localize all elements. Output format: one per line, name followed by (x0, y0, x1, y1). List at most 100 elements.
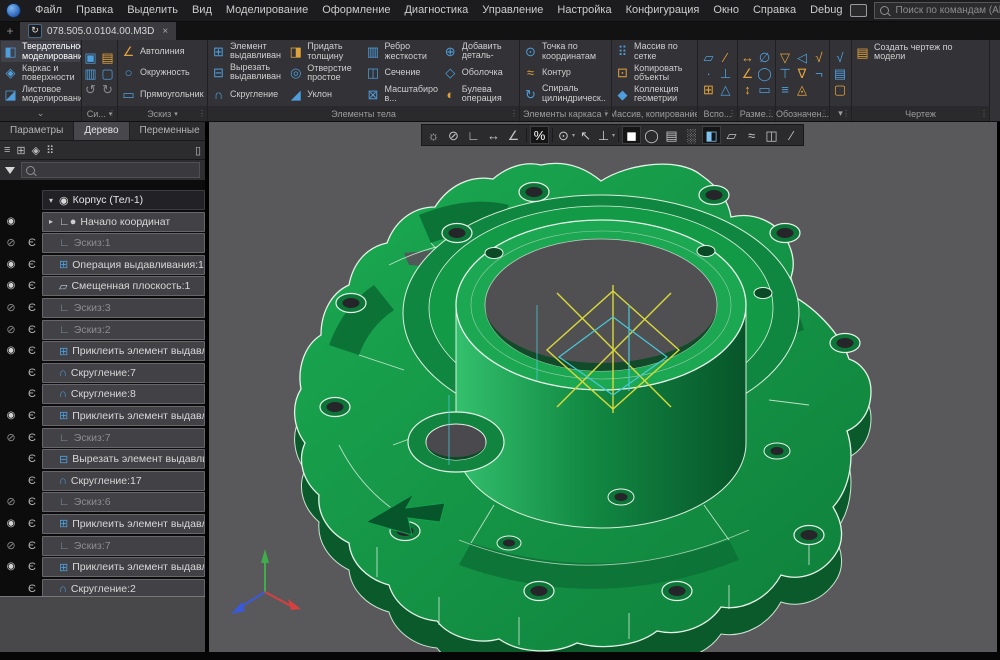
orientation-triad[interactable] (231, 549, 301, 614)
vp-tool-settings-gear[interactable]: ☼ (424, 126, 443, 144)
ribbon-button-autoline[interactable]: ∠Автолиния (119, 41, 206, 62)
menu-item-11[interactable]: Справка (746, 0, 803, 21)
ribbon-button-rib[interactable]: ▥Ребро жесткости (364, 41, 441, 62)
ribbon-button-collections[interactable]: ▤ (833, 66, 848, 81)
ribbon-button-aux-control[interactable]: △ (718, 82, 733, 97)
ribbon-button-save[interactable]: ▣ (83, 50, 98, 65)
ribbon-button-array-grid[interactable]: ⠿Массив по сетке (613, 41, 696, 62)
group-handle-icon[interactable]: ⋮ (510, 110, 518, 118)
menu-item-3[interactable]: Вид (185, 0, 219, 21)
vp-tool-orientation[interactable]: ↖ (576, 126, 595, 144)
eye-visible-icon[interactable]: ◉ (0, 212, 22, 232)
ribbon-button-section[interactable]: ◫Сечение (364, 62, 441, 83)
tree-item[interactable]: ⊟Вырезать элемент выдавливания: (42, 449, 205, 469)
menu-item-2[interactable]: Выделить (120, 0, 185, 21)
search-input[interactable] (894, 4, 1000, 17)
ribbon-button-note-datum[interactable]: ▽ (778, 50, 793, 65)
vp-tool-axes-view[interactable]: ⊥▾ (596, 126, 615, 144)
ribbon-button-circle[interactable]: ○Окружность (119, 62, 206, 83)
ribbon-button-check-model[interactable]: √ (833, 50, 848, 65)
menu-item-10[interactable]: Окно (706, 0, 746, 21)
expander-icon[interactable]: ▾ (47, 196, 55, 205)
eye-hidden-icon[interactable]: ⊘ (0, 428, 22, 448)
tree-item[interactable]: ▸∟●Начало координат (42, 212, 205, 232)
tab-close-icon[interactable]: × (159, 26, 168, 37)
tree-item[interactable]: ∩Скругление:17 (42, 471, 205, 491)
ribbon-button-fillet[interactable]: ∩Скругление (209, 84, 286, 105)
ribbon-button-note-tolerance[interactable]: ⊤ (778, 66, 793, 81)
document-tab[interactable]: ↻ 078.505.0.0104.00.M3D × (20, 22, 176, 40)
eye-hidden-icon[interactable]: ⊘ (0, 298, 22, 318)
eye-hidden-icon[interactable]: ⊘ (0, 320, 22, 340)
ribbon-button-shell[interactable]: ◇Оболочка (441, 62, 518, 83)
ribbon-button-contour[interactable]: ≈Контур (521, 62, 610, 83)
tree-item[interactable]: ∟Эскиз:2 (42, 320, 205, 340)
tree-item[interactable]: ∟Эскиз:7 (42, 428, 205, 448)
tree-grouping-icon[interactable]: ⠿ (46, 144, 54, 157)
ribbon-button-dim-angular[interactable]: ∠ (740, 66, 755, 81)
tree-structure-icon[interactable]: ≡ (4, 144, 10, 156)
tree-item[interactable]: ∟Эскиз:7 (42, 536, 205, 556)
tree-item[interactable]: ∩Скругление:8 (42, 384, 205, 404)
ribbon-button-surface-modeling[interactable]: ◈Каркас и поверхности (1, 62, 80, 83)
chevron-down-icon[interactable]: ▾ (174, 110, 178, 118)
vp-tool-display-mode[interactable]: ◧ (702, 126, 721, 144)
vp-tool-zoom[interactable]: ⊙▾ (556, 126, 575, 144)
group-handle-icon[interactable]: ⋮ (820, 110, 828, 118)
vp-tool-sketch-plane[interactable]: ∟ (464, 126, 483, 144)
ribbon-button-create-drawing[interactable]: ▤Создать чертеж по модели (853, 41, 988, 63)
tree-item[interactable]: ⊞Приклеить элемент выдавливания: (42, 406, 205, 426)
viewport-3d[interactable]: ☼⊘∟↔∠%⊙▾↖⊥▾◼◯▤░◧▱≈◫∕ (209, 122, 997, 652)
tab-variables[interactable]: Переменные (130, 122, 211, 140)
ribbon-button-point-coords[interactable]: ⊙Точка по координатам (521, 41, 610, 62)
group-handle-icon[interactable]: ⋮ (108, 110, 116, 118)
tree-item[interactable]: ⊞Операция выдавливания:1 (42, 255, 205, 275)
menu-item-6[interactable]: Диагностика (397, 0, 475, 21)
eye-visible-icon[interactable]: ◉ (0, 406, 22, 426)
tree-item[interactable]: ∟Эскиз:6 (42, 492, 205, 512)
ribbon-button-dim-auto[interactable]: ↔ (740, 50, 755, 65)
ribbon-button-cut-extrude[interactable]: ⊟Вырезать выдавливанием (209, 62, 286, 83)
ribbon-button-boolean[interactable]: ◐Булева операция (441, 84, 518, 105)
tree-composition-icon[interactable]: ⊞ (16, 144, 25, 157)
vp-tool-eyedropper[interactable]: ∕ (782, 126, 801, 144)
eye-hidden-icon[interactable]: ⊘ (0, 233, 22, 253)
vp-tool-curvature-display[interactable]: ≈ (742, 126, 761, 144)
group-handle-icon[interactable]: ⋮ (728, 110, 736, 118)
expander-icon[interactable]: ▸ (47, 217, 55, 226)
group-handle-icon[interactable]: ⋮ (842, 110, 850, 118)
ribbon-button-report[interactable]: ▢ (833, 82, 848, 97)
ribbon-button-spiral[interactable]: ↻Спираль цилиндрическ... (521, 84, 610, 105)
group-handle-icon[interactable]: ⋮ (198, 110, 206, 118)
ribbon-button-dim-diameter[interactable]: ∅ (757, 50, 772, 65)
vp-tool-selection-filter[interactable]: ░ (682, 126, 701, 144)
menu-item-0[interactable]: Файл (28, 0, 69, 21)
eye-hidden-icon[interactable]: ⊘ (0, 536, 22, 556)
tree-search[interactable] (21, 162, 200, 178)
tree-search-input[interactable] (40, 164, 195, 177)
tree-item[interactable]: ▾◉Корпус (Тел-1) (42, 190, 205, 210)
ribbon-button-aux-point[interactable]: ∙ (701, 66, 716, 81)
ribbon-button-undo[interactable]: ↺ (83, 82, 98, 97)
ribbon-button-dim-linear[interactable]: ▭ (757, 82, 772, 97)
tree-item[interactable]: ∩Скругление:7 (42, 363, 205, 383)
ribbon-button-aux-plane[interactable]: ▱ (701, 50, 716, 65)
group-handle-icon[interactable]: ⋮ (688, 110, 696, 118)
ribbon-button-new-doc[interactable]: ▢ (100, 66, 115, 81)
vp-tool-wireframe-view[interactable]: ◯ (642, 126, 661, 144)
menu-item-4[interactable]: Моделирование (219, 0, 315, 21)
housing-part[interactable] (295, 163, 871, 652)
ribbon-button-solid-modeling[interactable]: ◧Твердотельное моделирование (1, 41, 80, 62)
tree-item[interactable]: ∩Скругление:2 (42, 579, 205, 597)
delete-icon[interactable]: ▯ (195, 144, 201, 157)
tab-tree[interactable]: Дерево (74, 122, 129, 140)
ribbon-button-aux-cs[interactable]: ⊥ (718, 66, 733, 81)
ribbon-button-redo[interactable]: ↻ (100, 82, 115, 97)
ribbon-button-draft[interactable]: ◢Уклон (286, 84, 363, 105)
group-handle-icon[interactable]: ⋮ (766, 110, 774, 118)
tree-item[interactable]: ⊞Приклеить элемент выдавливания: (42, 341, 205, 361)
tree-item[interactable]: ▱Смещенная плоскость:1 (42, 276, 205, 296)
ribbon-button-note-section[interactable]: ¬ (812, 66, 827, 81)
filter-icon[interactable] (5, 167, 15, 174)
ribbon-button-open[interactable]: ▥ (83, 66, 98, 81)
